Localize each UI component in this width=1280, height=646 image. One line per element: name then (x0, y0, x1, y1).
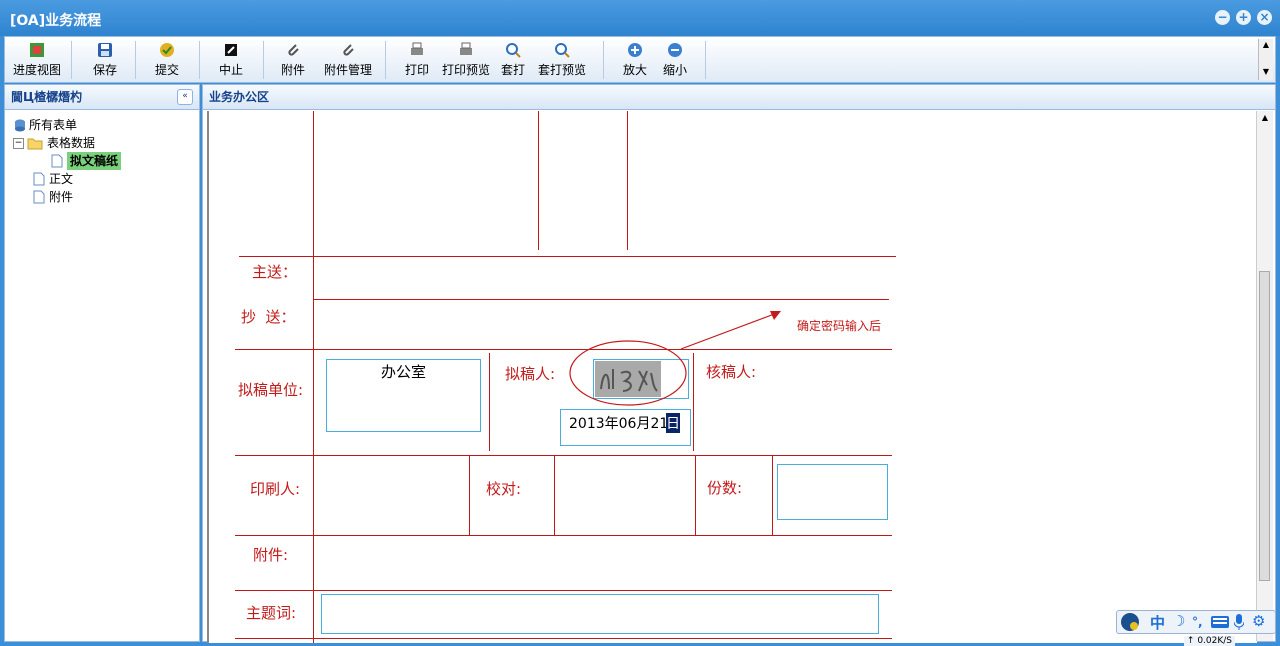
draft-unit-label: 拟稿单位: (238, 381, 304, 399)
document-icon (51, 154, 63, 168)
ime-settings-gear-icon[interactable]: ⚙ (1252, 612, 1265, 630)
network-speed: ↑ 0.02K/S (1183, 636, 1235, 646)
moon-icon[interactable]: ☽ (1172, 612, 1185, 630)
keyboard-icon[interactable] (1211, 616, 1229, 628)
save-icon (98, 43, 112, 57)
ime-toolbar[interactable]: 中 ☽ °, ⚙ (1116, 610, 1276, 634)
left-panel-header: 閫Ц楂樼熸杓 « (5, 85, 199, 110)
overlay-print-button[interactable]: 套打 (495, 41, 531, 79)
tree-item-draft-paper[interactable]: 拟文稿纸 (11, 152, 199, 170)
progress-view-button[interactable]: 进度视图 (9, 41, 65, 79)
keywords-label: 主题词: (246, 604, 297, 622)
print-button[interactable]: 打印 (397, 41, 437, 79)
punctuation-icon[interactable]: °, (1192, 615, 1203, 629)
date-day-selected: 日 (666, 413, 680, 433)
save-button[interactable]: 保存 (85, 41, 125, 79)
annotation-note: 确定密码输入后 (797, 319, 882, 333)
magnifier-icon (506, 43, 521, 58)
document-icon (33, 172, 45, 186)
proofread-label: 校对: (486, 480, 522, 498)
attachment-manage-button[interactable]: 附件管理 (315, 41, 381, 79)
toolbar-scrollbar[interactable]: ▲ ▼ (1258, 39, 1273, 80)
submit-icon (160, 43, 174, 57)
copies-field[interactable] (777, 464, 888, 520)
attachments-label: 附件: (253, 546, 289, 564)
copies-label: 份数: (707, 479, 743, 497)
stop-button[interactable]: 中止 (211, 41, 251, 79)
attachment-button[interactable]: 附件 (273, 41, 313, 79)
tree-root[interactable]: 所有表单 (11, 116, 199, 134)
submit-button[interactable]: 提交 (147, 41, 187, 79)
zoom-in-button[interactable]: 放大 (617, 41, 653, 79)
maximize-icon[interactable]: + (1236, 10, 1251, 25)
selected-item: 拟文稿纸 (67, 152, 122, 170)
scroll-up-icon[interactable]: ▲ (1257, 111, 1273, 125)
right-panel-header: 业务办公区 (203, 85, 1275, 110)
scroll-thumb[interactable] (1259, 271, 1270, 581)
progress-view-icon (30, 43, 44, 57)
keywords-field[interactable] (321, 594, 879, 634)
printer-label: 印刷人: (250, 480, 301, 498)
print-preview-icon (460, 42, 472, 55)
date-field[interactable]: 2013年06月21 日 (560, 409, 691, 446)
document-form: 主送： 抄 送： 拟稿单位: 办公室 拟稿人: 2013年06月21 日 核稿人… (207, 111, 1257, 643)
paperclip-icon (288, 44, 299, 56)
tree-item-attach[interactable]: 附件 (11, 188, 199, 206)
toolbar: 进度视图 保存 提交 中止 附件 附件管理 打印 打印预览 套打 套打预览 放大… (4, 36, 1276, 83)
overlay-preview-button[interactable]: 套打预览 (535, 41, 589, 79)
print-preview-button[interactable]: 打印预览 (439, 41, 493, 79)
paperclip-manage-icon (343, 44, 354, 56)
zoom-in-icon (628, 43, 642, 57)
form-tree: 所有表单 − 表格数据 拟文稿纸 正文 附件 (5, 110, 199, 206)
tree-item-body[interactable]: 正文 (11, 170, 199, 188)
scroll-up-icon[interactable]: ▲ (1259, 39, 1273, 51)
main-send-label: 主送： (252, 263, 298, 281)
window-title: [OA]业务流程 (10, 13, 102, 29)
document-scrollbar[interactable]: ▲ (1256, 111, 1273, 641)
stop-icon (225, 44, 237, 56)
printer-icon (411, 42, 423, 55)
draft-unit-field[interactable]: 办公室 (326, 359, 481, 432)
ime-mode-chinese[interactable]: 中 (1150, 612, 1165, 633)
right-panel: 业务办公区 主送： 抄 送： 拟稿单位: 办公室 拟稿人: 2013年06月21… (202, 84, 1276, 643)
document-icon (33, 190, 45, 204)
left-panel-title: 閫Ц楂樼熸杓 (11, 90, 83, 104)
zoom-out-icon (668, 43, 682, 57)
scroll-down-icon[interactable]: ▼ (1259, 66, 1273, 78)
database-icon (15, 119, 25, 132)
zoom-out-button[interactable]: 缩小 (657, 41, 693, 79)
close-icon[interactable]: × (1257, 10, 1272, 25)
folder-icon (27, 138, 43, 150)
tree-folder[interactable]: − 表格数据 (11, 134, 199, 152)
cc-label: 抄 送： (241, 308, 296, 326)
drafter-label: 拟稿人: (505, 365, 556, 383)
ime-logo-icon (1121, 613, 1139, 631)
left-panel: 閫Ц楂樼熸杓 « 所有表单 − 表格数据 拟文稿纸 正文 附件 (4, 84, 200, 642)
minimize-icon[interactable]: − (1215, 10, 1230, 25)
collapse-icon[interactable]: « (177, 89, 193, 105)
right-panel-title: 业务办公区 (209, 90, 270, 104)
expand-minus-icon[interactable]: − (13, 138, 24, 149)
magnifier-preview-icon (555, 43, 570, 58)
title-bar: [OA]业务流程 − + × (0, 0, 1280, 36)
annotation-drawing (569, 311, 781, 406)
microphone-icon[interactable] (1234, 614, 1244, 630)
